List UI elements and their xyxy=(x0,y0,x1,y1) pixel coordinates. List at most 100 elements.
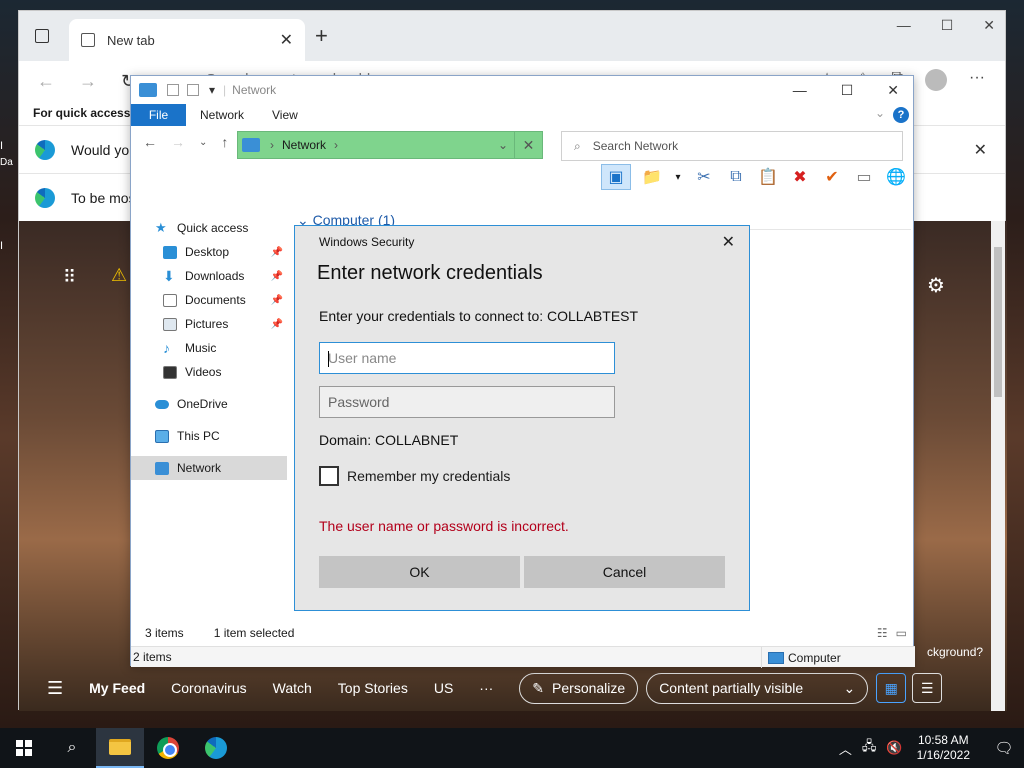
personalize-button[interactable]: ✎ Personalize xyxy=(519,672,639,704)
breadcrumb-network[interactable]: Network xyxy=(282,138,326,152)
recent-locations-icon[interactable]: ⌄ xyxy=(199,134,207,150)
feed-tab-coronavirus[interactable]: Coronavirus xyxy=(171,680,246,696)
taskbar-file-explorer[interactable] xyxy=(96,728,144,768)
feed-tab-top-stories[interactable]: Top Stories xyxy=(338,680,408,696)
globe-icon[interactable]: 🌐 xyxy=(885,166,907,188)
large-icons-view-icon[interactable]: ▭ xyxy=(896,626,907,640)
desktop-label-3: I xyxy=(0,240,4,252)
expand-ribbon-icon[interactable]: ⌄ xyxy=(875,106,885,120)
maximize-icon[interactable]: ☐ xyxy=(841,82,854,99)
explorer-search-box[interactable]: ⌕ Search Network xyxy=(561,131,903,161)
nav-this-pc[interactable]: This PC xyxy=(131,424,287,448)
details-view-icon[interactable]: ☷ xyxy=(877,626,888,640)
feed-more[interactable]: ··· xyxy=(479,680,493,696)
document-icon xyxy=(163,293,177,307)
ribbon-tab-file[interactable]: File xyxy=(131,104,186,126)
feed-tab-us[interactable]: US xyxy=(434,680,453,696)
feed-tab-watch[interactable]: Watch xyxy=(273,680,312,696)
nav-documents[interactable]: Documents 📌 xyxy=(131,288,287,312)
settings-gear-icon[interactable]: ⚙ xyxy=(927,273,945,298)
news-feed-bar: ☰ My Feed Coronavirus Watch Top Stories … xyxy=(19,667,1007,709)
feed-tab-my-feed[interactable]: My Feed xyxy=(89,680,145,696)
ribbon-tab-network[interactable]: Network xyxy=(186,104,258,126)
volume-muted-icon[interactable]: 🔇 xyxy=(886,740,902,756)
tab-new-tab[interactable]: New tab ✕ xyxy=(69,19,305,61)
check-icon[interactable]: ✔ xyxy=(821,166,843,188)
tab-close-icon[interactable]: ✕ xyxy=(280,30,293,50)
new-item-icon[interactable]: 📁 xyxy=(641,166,663,188)
apps-grid-icon[interactable]: ⠿ xyxy=(63,267,76,288)
address-row: ← → ⌄ ↑ › Network › ⌄ ✕ ⌕ Search Network xyxy=(131,126,913,162)
nav-downloads[interactable]: ⬇ Downloads 📌 xyxy=(131,264,287,288)
nav-onedrive[interactable]: OneDrive xyxy=(131,392,287,416)
tab-actions-icon[interactable] xyxy=(35,29,49,43)
forward-icon[interactable]: → xyxy=(171,134,185,150)
help-icon[interactable]: ? xyxy=(893,107,909,123)
warning-icon[interactable]: ⚠ xyxy=(111,265,127,286)
explorer-window-controls: — ☐ ✕ xyxy=(793,82,899,99)
maximize-icon[interactable]: ☐ xyxy=(941,17,954,34)
more-options-icon[interactable]: ··· xyxy=(969,69,985,91)
content-visibility-dropdown[interactable]: Content partially visible ⌄ xyxy=(646,672,869,704)
computer-icon xyxy=(768,651,784,664)
close-icon[interactable]: ✕ xyxy=(722,232,735,252)
back-icon[interactable]: ← xyxy=(37,71,55,92)
address-clear-icon[interactable]: ✕ xyxy=(514,132,542,158)
nav-gap xyxy=(131,416,287,424)
forward-icon[interactable]: → xyxy=(79,71,97,92)
customize-qat-icon[interactable]: ▾ xyxy=(209,83,215,97)
new-tab-button[interactable]: + xyxy=(315,23,328,49)
breadcrumb-chevron-icon[interactable]: › xyxy=(334,138,338,152)
preview-pane-icon[interactable]: ▣ xyxy=(601,164,631,190)
up-icon[interactable]: ↑ xyxy=(221,134,228,150)
remember-credentials-checkbox[interactable]: Remember my credentials xyxy=(319,466,510,486)
clock[interactable]: 10:58 AM 1/16/2022 xyxy=(917,733,970,763)
nav-quick-access[interactable]: ★ Quick access xyxy=(131,216,287,240)
nav-network[interactable]: Network xyxy=(131,456,287,480)
copy-icon[interactable]: ⧉ xyxy=(725,166,747,188)
cut-icon[interactable]: ✂ xyxy=(693,166,715,188)
folder-icon xyxy=(109,739,131,755)
delete-icon[interactable]: ✖ xyxy=(789,166,811,188)
address-dropdown-icon[interactable]: ⌄ xyxy=(498,138,508,152)
system-tray: ︿ 🖧 🔇 10:58 AM 1/16/2022 🗨 xyxy=(839,728,1024,768)
menu-hamburger-icon[interactable]: ☰ xyxy=(47,678,63,699)
checkbox-box[interactable] xyxy=(319,466,339,486)
network-status-icon[interactable]: 🖧 xyxy=(862,737,877,759)
ribbon-tab-view[interactable]: View xyxy=(258,104,312,126)
cancel-button[interactable]: Cancel xyxy=(524,556,725,588)
explorer-address-bar[interactable]: › Network › ⌄ ✕ xyxy=(237,131,543,159)
new-item-dropdown-icon[interactable]: ▾ xyxy=(673,166,683,188)
list-layout-button[interactable]: ☰ xyxy=(912,673,943,703)
scrollbar-thumb[interactable] xyxy=(994,247,1002,397)
profile-avatar[interactable] xyxy=(925,69,948,91)
username-field[interactable]: User name xyxy=(319,342,615,374)
start-button[interactable] xyxy=(0,728,48,768)
taskbar-search-icon[interactable]: ⌕ xyxy=(48,728,96,768)
rename-icon[interactable]: ▭ xyxy=(853,166,875,188)
taskbar-chrome[interactable] xyxy=(144,728,192,768)
nav-gap xyxy=(131,384,287,392)
paste-icon[interactable]: 📋 xyxy=(757,166,779,188)
properties-icon[interactable] xyxy=(167,84,179,96)
new-folder-icon[interactable] xyxy=(187,84,199,96)
minimize-icon[interactable]: — xyxy=(793,82,807,99)
grid-layout-button[interactable]: ▦ xyxy=(876,673,907,703)
back-icon[interactable]: ← xyxy=(143,134,157,150)
minimize-icon[interactable]: — xyxy=(897,17,911,34)
password-field[interactable]: Password xyxy=(319,386,615,418)
nav-label: Music xyxy=(185,341,217,355)
close-icon[interactable]: ✕ xyxy=(983,17,995,34)
nav-videos[interactable]: Videos xyxy=(131,360,287,384)
ok-button[interactable]: OK xyxy=(319,556,520,588)
show-hidden-icons-icon[interactable]: ︿ xyxy=(839,739,852,758)
breadcrumb-chevron-icon[interactable]: › xyxy=(270,138,274,152)
action-center-icon[interactable]: 🗨 xyxy=(984,739,1024,757)
nav-desktop[interactable]: Desktop 📌 xyxy=(131,240,287,264)
nav-music[interactable]: ♪ Music xyxy=(131,336,287,360)
infobar-close-icon[interactable]: ✕ xyxy=(974,140,987,160)
page-scrollbar[interactable] xyxy=(991,221,1005,711)
taskbar-edge[interactable] xyxy=(192,728,240,768)
nav-pictures[interactable]: Pictures 📌 xyxy=(131,312,287,336)
close-icon[interactable]: ✕ xyxy=(887,82,899,99)
